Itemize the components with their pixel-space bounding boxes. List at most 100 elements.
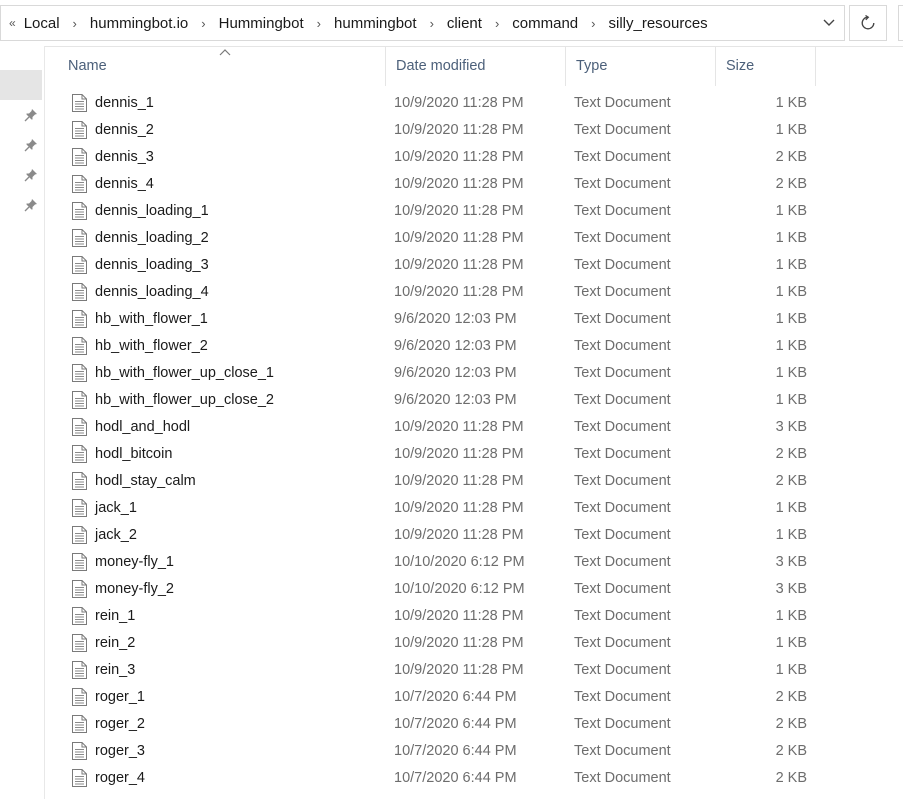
file-type: Text Document (574, 149, 671, 165)
file-row[interactable]: dennis_3 10/9/2020 11:28 PM Text Document 2… (44, 144, 903, 171)
breadcrumb-hummingbot-io[interactable]: hummingbot.io (90, 15, 188, 32)
file-type: Text Document (574, 473, 671, 489)
file-row[interactable]: dennis_loading_3 10/9/2020 11:28 PM Text D… (44, 252, 903, 279)
file-name: roger_4 (95, 770, 145, 786)
column-header-type[interactable]: Type (566, 46, 716, 86)
file-size: 3 KB (775, 554, 807, 570)
file-name: hodl_bitcoin (95, 446, 173, 462)
file-size: 1 KB (775, 122, 807, 138)
file-row[interactable]: hb_with_flower_1 9/6/2020 12:03 PM Text Do… (44, 306, 903, 333)
file-row[interactable]: hodl_and_hodl 10/9/2020 11:28 PM Text Docu… (44, 414, 903, 441)
file-row[interactable]: roger_4 10/7/2020 6:44 PM Text Document 2 K… (44, 765, 903, 792)
breadcrumb-client[interactable]: client (447, 15, 482, 32)
breadcrumb-command[interactable]: command (512, 15, 578, 32)
file-type: Text Document (574, 635, 671, 651)
file-size: 1 KB (775, 203, 807, 219)
file-type: Text Document (574, 554, 671, 570)
file-name: dennis_loading_4 (95, 284, 209, 300)
file-row[interactable]: rein_3 10/9/2020 11:28 PM Text Document 1 K… (44, 657, 903, 684)
file-size: 2 KB (775, 446, 807, 462)
breadcrumb-separator[interactable]: › (201, 16, 205, 31)
nav-selected-item[interactable] (0, 70, 42, 100)
file-date-modified: 10/9/2020 11:28 PM (394, 176, 524, 192)
address-dropdown-button[interactable] (814, 6, 844, 40)
file-row[interactable]: rein_2 10/9/2020 11:28 PM Text Document 1 K… (44, 630, 903, 657)
pin-icon[interactable] (24, 198, 38, 212)
file-row[interactable]: dennis_loading_2 10/9/2020 11:28 PM Text D… (44, 225, 903, 252)
breadcrumb-overflow[interactable]: « (9, 16, 16, 30)
file-name: hb_with_flower_1 (95, 311, 208, 327)
file-date-modified: 10/9/2020 11:28 PM (394, 149, 524, 165)
search-box-edge[interactable] (898, 5, 903, 41)
file-size: 1 KB (775, 284, 807, 300)
file-row[interactable]: money-fly_2 10/10/2020 6:12 PM Text Docume… (44, 576, 903, 603)
breadcrumb-local[interactable]: Local (24, 15, 60, 32)
refresh-button[interactable] (849, 5, 887, 41)
breadcrumb-separator[interactable]: › (317, 16, 321, 31)
file-name: jack_2 (95, 527, 137, 543)
file-name: money-fly_1 (95, 554, 174, 570)
file-row[interactable]: roger_2 10/7/2020 6:44 PM Text Document 2 K… (44, 711, 903, 738)
file-size: 1 KB (775, 608, 807, 624)
pin-icon[interactable] (24, 168, 38, 182)
file-row[interactable]: dennis_loading_4 10/9/2020 11:28 PM Text D… (44, 279, 903, 306)
file-row[interactable]: dennis_loading_1 10/9/2020 11:28 PM Text D… (44, 198, 903, 225)
text-document-icon (72, 175, 87, 193)
file-type: Text Document (574, 662, 671, 678)
file-name: hodl_and_hodl (95, 419, 191, 435)
file-date-modified: 10/9/2020 11:28 PM (394, 662, 524, 678)
text-document-icon (72, 742, 87, 760)
file-size: 1 KB (775, 365, 807, 381)
file-date-modified: 10/9/2020 11:28 PM (394, 473, 524, 489)
file-name: hb_with_flower_up_close_2 (95, 392, 274, 408)
refresh-icon (861, 15, 875, 30)
file-row[interactable]: money-fly_1 10/10/2020 6:12 PM Text Docume… (44, 549, 903, 576)
file-name: dennis_3 (95, 149, 154, 165)
text-document-icon (72, 364, 87, 382)
file-type: Text Document (574, 311, 671, 327)
file-row[interactable]: hb_with_flower_up_close_2 9/6/2020 12:03 … (44, 387, 903, 414)
breadcrumb-separator[interactable]: › (591, 16, 595, 31)
file-size: 2 KB (775, 176, 807, 192)
file-date-modified: 10/9/2020 11:28 PM (394, 257, 524, 273)
breadcrumb-hummingbot-upper[interactable]: Hummingbot (219, 15, 304, 32)
file-date-modified: 10/9/2020 11:28 PM (394, 122, 524, 138)
file-row[interactable]: jack_2 10/9/2020 11:28 PM Text Document 1 K… (44, 522, 903, 549)
column-header-size[interactable]: Size (716, 46, 816, 86)
address-bar-area: « Local › hummingbot.io › Hummingbot › h… (0, 0, 903, 47)
pin-icon[interactable] (24, 108, 38, 122)
file-row[interactable]: hodl_bitcoin 10/9/2020 11:28 PM Text Docum… (44, 441, 903, 468)
breadcrumb-silly-resources[interactable]: silly_resources (608, 15, 707, 32)
text-document-icon (72, 391, 87, 409)
file-row[interactable]: roger_3 10/7/2020 6:44 PM Text Document 2 K… (44, 738, 903, 765)
column-header-date-modified[interactable]: Date modified (386, 46, 566, 86)
file-size: 1 KB (775, 392, 807, 408)
breadcrumb-hummingbot[interactable]: hummingbot (334, 15, 417, 32)
file-row[interactable]: hb_with_flower_up_close_1 9/6/2020 12:03 … (44, 360, 903, 387)
breadcrumb[interactable]: « Local › hummingbot.io › Hummingbot › h… (0, 5, 845, 41)
file-name: rein_2 (95, 635, 136, 651)
breadcrumb-separator[interactable]: › (495, 16, 499, 31)
file-date-modified: 10/9/2020 11:28 PM (394, 95, 524, 111)
file-row[interactable]: roger_1 10/7/2020 6:44 PM Text Document 2 K… (44, 684, 903, 711)
file-row[interactable]: rein_1 10/9/2020 11:28 PM Text Document 1 K… (44, 603, 903, 630)
navigation-pane (0, 46, 45, 799)
sort-ascending-icon (219, 49, 231, 56)
file-date-modified: 9/6/2020 12:03 PM (394, 338, 517, 354)
file-row[interactable]: dennis_4 10/9/2020 11:28 PM Text Document 2… (44, 171, 903, 198)
file-date-modified: 10/7/2020 6:44 PM (394, 689, 517, 705)
file-row[interactable]: hb_with_flower_2 9/6/2020 12:03 PM Text Do… (44, 333, 903, 360)
file-date-modified: 10/7/2020 6:44 PM (394, 743, 517, 759)
breadcrumb-separator[interactable]: › (73, 16, 77, 31)
pin-icon[interactable] (24, 138, 38, 152)
file-type: Text Document (574, 419, 671, 435)
file-type: Text Document (574, 743, 671, 759)
file-row[interactable]: hodl_stay_calm 10/9/2020 11:28 PM Text Doc… (44, 468, 903, 495)
file-row[interactable]: jack_1 10/9/2020 11:28 PM Text Document 1 K… (44, 495, 903, 522)
breadcrumb-separator[interactable]: › (430, 16, 434, 31)
file-type: Text Document (574, 230, 671, 246)
file-row[interactable]: dennis_2 10/9/2020 11:28 PM Text Document 1… (44, 117, 903, 144)
file-type: Text Document (574, 581, 671, 597)
file-row[interactable]: dennis_1 10/9/2020 11:28 PM Text Document 1… (44, 90, 903, 117)
file-type: Text Document (574, 527, 671, 543)
